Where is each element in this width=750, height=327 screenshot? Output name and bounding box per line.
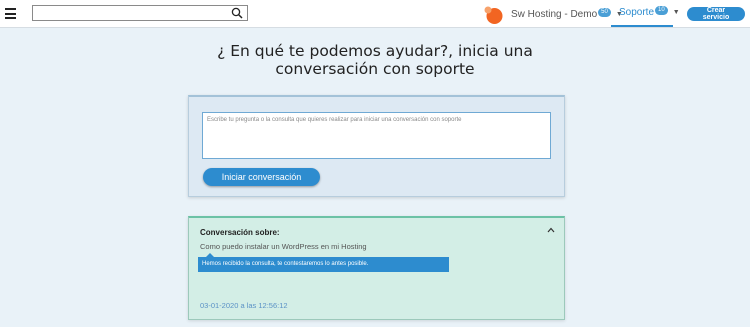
search-box: [32, 5, 248, 24]
search-input[interactable]: [33, 9, 231, 24]
support-badge: 10: [655, 6, 668, 15]
conversation-subject: Como puedo instalar un WordPress en mi H…: [200, 242, 367, 251]
new-conversation-card: Iniciar conversación: [188, 95, 565, 197]
question-textarea[interactable]: [202, 112, 551, 159]
tab-support[interactable]: Soporte 10 ▼: [611, 0, 680, 27]
conversation-label: Conversación sobre:: [200, 228, 280, 237]
chevron-down-icon[interactable]: ▼: [673, 9, 680, 16]
brand-logo: [484, 5, 503, 24]
top-navigation-bar: Sw Hosting - Demo 50 ▼ Soporte 10 ▼ Crea…: [0, 0, 750, 28]
start-conversation-button[interactable]: Iniciar conversación: [203, 168, 320, 186]
support-reply-message: Hemos recibido la consulta, te contestar…: [198, 253, 449, 272]
account-name: Sw Hosting - Demo: [511, 8, 598, 20]
account-selector[interactable]: Sw Hosting - Demo 50 ▼: [484, 4, 623, 24]
search-icon[interactable]: [231, 7, 243, 19]
support-tab-label: Soporte: [619, 7, 655, 18]
conversation-timestamp: 03-01-2020 a las 12:56:12: [200, 301, 288, 310]
chevron-up-icon[interactable]: [546, 225, 556, 235]
hamburger-menu-icon[interactable]: [5, 8, 16, 19]
account-badge: 50: [598, 7, 611, 17]
page-title: ¿ En qué te podemos ayudar?, inicia una …: [217, 42, 533, 78]
create-service-button[interactable]: Crear servicio: [687, 7, 745, 21]
conversation-card: Conversación sobre: Como puedo instalar …: [188, 216, 565, 320]
